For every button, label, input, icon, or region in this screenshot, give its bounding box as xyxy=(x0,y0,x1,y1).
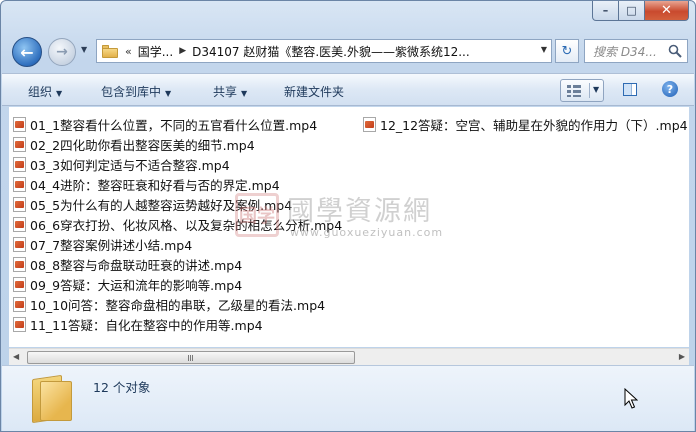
file-column-2: 12_12答疑：空宫、辅助星在外貌的作用力（下）.mp4 xyxy=(363,114,688,134)
include-in-library-button[interactable]: 包含到库中 ▼ xyxy=(101,83,171,100)
recent-pages-dropdown[interactable]: ▼ xyxy=(81,45,87,54)
details-pane: 12 个对象 xyxy=(2,365,694,431)
refresh-icon: ↻ xyxy=(561,43,573,59)
help-icon[interactable]: ? xyxy=(662,81,678,97)
breadcrumb-segment[interactable]: 国学... xyxy=(138,43,173,60)
breadcrumb-separator-icon[interactable]: ▶ xyxy=(179,46,186,56)
search-icon[interactable] xyxy=(668,44,682,58)
file-item[interactable]: 06_6穿衣打扮、化妆风格、以及复杂的相怎么分析.mp4 xyxy=(13,214,342,234)
file-item[interactable]: 08_8整容与命盘联动旺衰的讲述.mp4 xyxy=(13,254,342,274)
horizontal-scrollbar[interactable]: ◀ ▶ xyxy=(9,348,689,365)
close-button[interactable]: ✕ xyxy=(645,1,689,21)
forward-arrow-icon: → xyxy=(56,44,68,60)
file-name: 10_10问答：整容命盘相的串联，乙级星的看法.mp4 xyxy=(30,297,326,313)
preview-pane-icon[interactable] xyxy=(623,83,637,96)
file-name: 08_8整容与命盘联动旺衰的讲述.mp4 xyxy=(30,257,243,273)
explorer-window: – □ ✕ ← → ▼ « 国学... ▶ D34107 赵财猫《整容.医美.外… xyxy=(0,0,696,432)
scrollbar-thumb[interactable] xyxy=(27,351,355,364)
organize-label: 组织 xyxy=(28,85,53,99)
file-name: 05_5为什么有的人越整容运势越好及案例.mp4 xyxy=(30,197,293,213)
command-bar: 组织 ▼ 包含到库中 ▼ 共享 ▼ 新建文件夹 ▼ ? xyxy=(2,73,694,106)
file-name: 06_6穿衣打扮、化妆风格、以及复杂的相怎么分析.mp4 xyxy=(30,217,343,233)
address-dropdown-icon[interactable]: ▼ xyxy=(541,45,547,54)
grip-icon xyxy=(188,355,194,361)
file-item[interactable]: 11_11答疑：自化在整容中的作用等.mp4 xyxy=(13,314,342,334)
file-item[interactable]: 01_1整容看什么位置，不同的五官看什么位置.mp4 xyxy=(13,114,342,134)
mouse-cursor-icon xyxy=(624,388,638,409)
video-file-icon xyxy=(13,236,26,252)
item-count: 12 个对象 xyxy=(93,380,151,395)
file-name: 07_7整容案例讲述小结.mp4 xyxy=(30,237,193,253)
file-item[interactable]: 05_5为什么有的人越整容运势越好及案例.mp4 xyxy=(13,194,342,214)
back-arrow-icon: ← xyxy=(20,42,34,62)
file-name: 04_4进阶：整容旺衰和好看与否的界定.mp4 xyxy=(30,177,280,193)
video-file-icon xyxy=(13,216,26,232)
file-name: 11_11答疑：自化在整容中的作用等.mp4 xyxy=(30,317,263,333)
file-item[interactable]: 02_2四化助你看出整容医美的细节.mp4 xyxy=(13,134,342,154)
refresh-button[interactable]: ↻ xyxy=(555,39,579,63)
video-file-icon xyxy=(13,196,26,212)
button-divider xyxy=(589,83,590,98)
details-view-icon xyxy=(567,85,581,97)
video-file-icon xyxy=(13,156,26,172)
file-item[interactable]: 04_4进阶：整容旺衰和好看与否的界定.mp4 xyxy=(13,174,342,194)
address-bar[interactable]: « 国学... ▶ D34107 赵财猫《整容.医美.外貌——紫微系统12...… xyxy=(96,39,552,63)
video-file-icon xyxy=(13,136,26,152)
file-item[interactable]: 09_9答疑：大运和流年的影响等.mp4 xyxy=(13,274,342,294)
file-item[interactable]: 10_10问答：整容命盘相的串联，乙级星的看法.mp4 xyxy=(13,294,342,314)
video-file-icon xyxy=(363,116,376,132)
chevron-down-icon: ▼ xyxy=(241,89,248,98)
file-name: 03_3如何判定适与不适合整容.mp4 xyxy=(30,157,230,173)
file-name: 02_2四化助你看出整容医美的细节.mp4 xyxy=(30,137,255,153)
file-column-1: 01_1整容看什么位置，不同的五官看什么位置.mp4 02_2四化助你看出整容医美… xyxy=(13,114,342,334)
file-name: 12_12答疑：空宫、辅助星在外貌的作用力（下）.mp4 xyxy=(380,117,688,133)
file-item[interactable]: 07_7整容案例讲述小结.mp4 xyxy=(13,234,342,254)
maximize-button[interactable]: □ xyxy=(619,1,645,21)
video-file-icon xyxy=(13,176,26,192)
chevron-down-icon[interactable]: ▼ xyxy=(593,85,599,94)
file-list: 01_1整容看什么位置，不同的五官看什么位置.mp4 02_2四化助你看出整容医美… xyxy=(9,107,689,347)
address-overflow-chevron[interactable]: « xyxy=(125,45,132,58)
organize-button[interactable]: 组织 ▼ xyxy=(28,83,62,100)
caption-buttons: – □ ✕ xyxy=(592,1,689,21)
back-button[interactable]: ← xyxy=(12,37,42,67)
scroll-right-icon[interactable]: ▶ xyxy=(679,352,685,361)
file-name: 01_1整容看什么位置，不同的五官看什么位置.mp4 xyxy=(30,117,318,133)
new-folder-button[interactable]: 新建文件夹 xyxy=(284,83,344,100)
change-view-button[interactable]: ▼ xyxy=(560,79,604,102)
search-box[interactable]: 搜索 D34... xyxy=(584,39,688,63)
share-label: 共享 xyxy=(213,85,238,99)
include-in-library-label: 包含到库中 xyxy=(101,85,162,99)
scroll-left-icon[interactable]: ◀ xyxy=(13,352,19,361)
video-file-icon xyxy=(13,316,26,332)
search-input[interactable]: 搜索 D34... xyxy=(593,43,657,60)
folder-icon xyxy=(102,44,118,58)
video-file-icon xyxy=(13,276,26,292)
file-item[interactable]: 03_3如何判定适与不适合整容.mp4 xyxy=(13,154,342,174)
file-item[interactable]: 12_12答疑：空宫、辅助星在外貌的作用力（下）.mp4 xyxy=(363,114,688,134)
chevron-down-icon: ▼ xyxy=(56,89,63,98)
minimize-button[interactable]: – xyxy=(592,1,619,21)
file-name: 09_9答疑：大运和流年的影响等.mp4 xyxy=(30,277,243,293)
video-file-icon xyxy=(13,116,26,132)
breadcrumb-segment[interactable]: D34107 赵财猫《整容.医美.外貌——紫微系统12... xyxy=(192,43,470,60)
video-file-icon xyxy=(13,256,26,272)
folder-icon xyxy=(30,374,76,424)
share-button[interactable]: 共享 ▼ xyxy=(213,83,247,100)
forward-button[interactable]: → xyxy=(48,38,76,66)
chevron-down-icon: ▼ xyxy=(165,89,172,98)
video-file-icon xyxy=(13,296,26,312)
